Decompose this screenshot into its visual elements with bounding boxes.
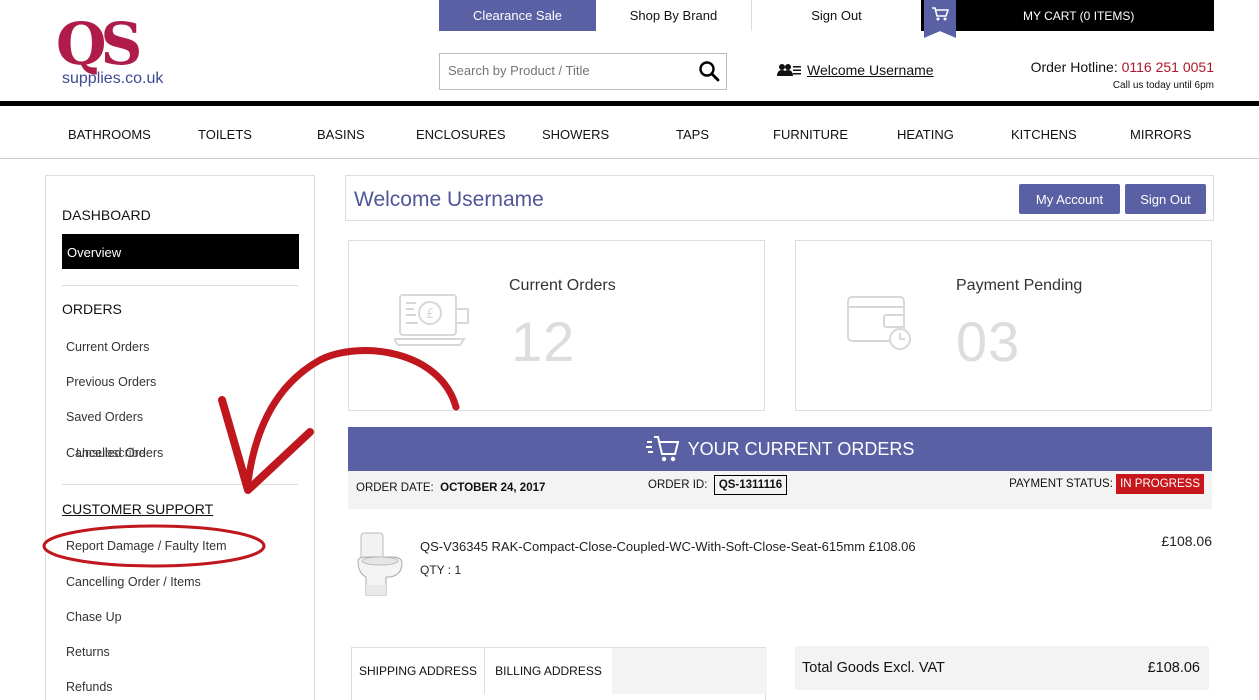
svg-text:£: £ [426, 307, 434, 322]
shop-by-brand-link[interactable]: Shop By Brand [596, 0, 751, 31]
toilet-product-image[interactable] [352, 531, 407, 601]
order-date: OCTOBER 24, 2017 [440, 482, 546, 494]
current-orders-header: YOUR CURRENT ORDERS [348, 427, 1212, 471]
product-price: £108.06 [1161, 533, 1212, 549]
category-furniture[interactable]: FURNITURE [773, 127, 848, 142]
category-nav: BATHROOMS TOILETS BASINS ENCLOSURES SHOW… [0, 106, 1259, 159]
search-input[interactable] [448, 63, 688, 78]
total-goods-label: Total Goods Excl. VAT [802, 660, 945, 676]
payment-status-label: PAYMENT STATUS: [1009, 478, 1113, 490]
address-tabs: SHIPPING ADDRESS BILLING ADDRESS [351, 647, 767, 700]
category-basins[interactable]: BASINS [317, 127, 365, 142]
payment-pending-label: Payment Pending [956, 277, 1083, 294]
user-icon [777, 64, 801, 76]
site-logo[interactable]: QS supplies.co.uk [56, 14, 171, 90]
product-name[interactable]: QS-V36345 RAK-Compact-Close-Coupled-WC-W… [420, 539, 916, 554]
sign-out-button[interactable]: Sign Out [1125, 184, 1206, 214]
account-sidebar: DASHBOARD Overview ORDERS Current Orders… [45, 175, 315, 700]
tab-strip-filler [612, 648, 767, 694]
order-date-label: ORDER DATE: [356, 482, 434, 494]
order-id-label: ORDER ID: [648, 479, 708, 491]
current-orders-count: 12 [511, 310, 576, 373]
payment-status-badge: IN PROGRESS [1116, 474, 1204, 494]
sidebar-item-returns[interactable]: Returns [66, 645, 110, 659]
category-showers[interactable]: SHOWERS [542, 127, 609, 142]
sidebar-item-previous-orders[interactable]: Previous Orders [66, 375, 156, 389]
sidebar-item-current-orders[interactable]: Current Orders [66, 340, 149, 354]
current-orders-title: YOUR CURRENT ORDERS [687, 438, 915, 459]
payment-pending-card[interactable]: Payment Pending 03 [795, 240, 1212, 411]
logo-text: supplies.co.uk [62, 70, 164, 87]
orders-heading: ORDERS [62, 301, 122, 317]
sidebar-divider [62, 285, 298, 286]
page: QS supplies.co.uk Clearance Sale Shop By… [0, 0, 1259, 700]
top-nav: Clearance Sale Shop By Brand Sign Out [439, 0, 921, 31]
welcome-panel: Welcome Username My Account Sign Out [345, 175, 1214, 221]
sidebar-item-chase-up[interactable]: Chase Up [66, 610, 122, 624]
payment-pending-count: 03 [956, 310, 1021, 373]
sidebar-item-refunds[interactable]: Refunds [66, 680, 113, 694]
invoice-icon: £ [394, 294, 469, 346]
page-title: Welcome Username [354, 188, 544, 211]
cart-label: MY CART (0 ITEMS) [1023, 9, 1135, 23]
my-account-button[interactable]: My Account [1019, 184, 1120, 214]
category-bathrooms[interactable]: BATHROOMS [68, 127, 151, 142]
category-toilets[interactable]: TOILETS [198, 127, 252, 142]
tab-shipping-address[interactable]: SHIPPING ADDRESS [352, 648, 485, 694]
sidebar-item-report-damage[interactable]: Report Damage / Faulty Item [66, 539, 226, 553]
hotline-label: Order Hotline: [1030, 59, 1118, 75]
sidebar-item-cancelling-order[interactable]: Cancelling Order / Items [66, 575, 201, 589]
product-qty: QTY : 1 [420, 563, 462, 577]
totals-row: Total Goods Excl. VAT £108.06 [795, 646, 1209, 690]
tab-billing-address[interactable]: BILLING ADDRESS [485, 648, 612, 694]
search-box [439, 53, 727, 90]
hotline-note: Call us today until 6pm [1112, 80, 1214, 91]
order-meta-row: ORDER DATE: OCTOBER 24, 2017 ORDER ID: Q… [348, 471, 1212, 509]
sign-out-link[interactable]: Sign Out [751, 0, 921, 31]
dashboard-heading: DASHBOARD [62, 207, 151, 223]
search-icon[interactable] [698, 60, 720, 82]
welcome-user-link[interactable]: Welcome Username [777, 62, 934, 78]
sidebar-item-saved-orders[interactable]: Saved Orders [66, 410, 143, 424]
sidebar-divider [62, 484, 298, 485]
category-heating[interactable]: HEATING [897, 127, 954, 142]
sidebar-item-unsubscribe[interactable]: Unsubscribe [76, 446, 145, 460]
logo-letters: QS [56, 10, 142, 78]
hotline-number[interactable]: 0116 251 0051 [1122, 59, 1214, 75]
category-taps[interactable]: TAPS [676, 127, 709, 142]
cart-icon [924, 0, 956, 38]
category-mirrors[interactable]: MIRRORS [1130, 127, 1191, 142]
category-kitchens[interactable]: KITCHENS [1011, 127, 1077, 142]
order-id[interactable]: QS-1311116 [713, 475, 788, 495]
clearance-sale-link[interactable]: Clearance Sale [439, 0, 596, 31]
category-enclosures[interactable]: ENCLOSURES [416, 127, 506, 142]
current-orders-label: Current Orders [509, 277, 616, 294]
welcome-link-text: Welcome Username [807, 62, 934, 78]
sidebar-item-overview[interactable]: Overview [62, 234, 299, 269]
wallet-clock-icon [847, 296, 911, 350]
customer-support-heading: CUSTOMER SUPPORT [62, 501, 214, 517]
shopping-cart-icon [645, 436, 679, 462]
order-hotline: Order Hotline: 0116 251 0051 Call us tod… [1031, 59, 1214, 91]
cart-button[interactable]: MY CART (0 ITEMS) [921, 0, 1214, 38]
current-orders-card[interactable]: £ Current Orders 12 [348, 240, 765, 411]
total-goods-value: £108.06 [1147, 660, 1200, 676]
